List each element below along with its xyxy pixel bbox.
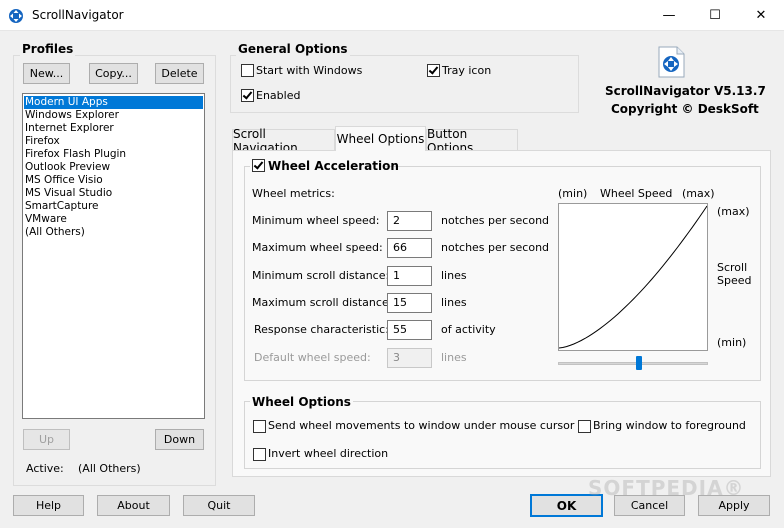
general-options-heading: General Options: [236, 42, 350, 56]
copyright-text: Copyright © DeskSoft: [611, 102, 759, 116]
bring-to-foreground-label: Bring window to foreground: [593, 419, 746, 432]
profile-list-item[interactable]: (All Others): [24, 226, 203, 239]
ok-button[interactable]: OK: [530, 494, 603, 517]
tab-button-options[interactable]: Button Options: [426, 127, 518, 155]
start-with-windows-checkbox[interactable]: [241, 64, 254, 77]
bring-to-foreground-checkbox[interactable]: [578, 420, 591, 433]
metric-value-input[interactable]: 2: [387, 211, 432, 231]
app-icon: [9, 9, 23, 23]
send-under-cursor-label: Send wheel movements to window under mou…: [268, 419, 575, 432]
copy-profile-button[interactable]: Copy...: [89, 63, 138, 84]
metric-unit-label: lines: [441, 269, 467, 282]
maximize-icon: ☐: [709, 8, 721, 23]
metric-unit-label: notches per second: [441, 214, 550, 227]
enabled-label: Enabled: [256, 89, 301, 102]
graph-y-title-1: Scroll: [717, 261, 748, 274]
tray-icon-checkbox[interactable]: [427, 64, 440, 77]
profile-list-item[interactable]: SmartCapture: [24, 200, 203, 213]
tray-icon-label: Tray icon: [442, 64, 492, 77]
enabled-checkbox[interactable]: [241, 89, 254, 102]
response-slider-track[interactable]: [558, 362, 708, 365]
wheel-metrics-label: Wheel metrics:: [252, 187, 335, 200]
profile-list-item[interactable]: Windows Explorer: [24, 109, 203, 122]
metric-unit-label: of activity: [441, 323, 496, 336]
graph-y-min-label: (min): [717, 336, 747, 349]
metric-value-input[interactable]: 1: [387, 266, 432, 286]
response-slider-thumb[interactable]: [636, 356, 642, 370]
about-button[interactable]: About: [97, 495, 170, 516]
wheel-options-heading: Wheel Options: [250, 395, 353, 409]
logo-icon: [658, 46, 685, 78]
profile-list-item[interactable]: Firefox: [24, 135, 203, 148]
tab-scroll-navigation[interactable]: Scroll Navigation: [232, 127, 335, 155]
cancel-button[interactable]: Cancel: [614, 495, 685, 516]
metric-label: Minimum wheel speed:: [252, 214, 380, 227]
profile-list-item[interactable]: Outlook Preview: [24, 161, 203, 174]
minimize-button[interactable]: —: [646, 0, 692, 31]
profiles-heading: Profiles: [20, 42, 76, 56]
metric-value-input[interactable]: 15: [387, 293, 432, 313]
close-button[interactable]: ✕: [738, 0, 784, 31]
wheel-acceleration-checkbox[interactable]: [252, 159, 265, 172]
profile-list-item[interactable]: Firefox Flash Plugin: [24, 148, 203, 161]
profile-list-item[interactable]: MS Visual Studio: [24, 187, 203, 200]
window-title: ScrollNavigator: [32, 8, 124, 22]
invert-direction-checkbox[interactable]: [253, 448, 266, 461]
move-up-button[interactable]: Up: [23, 429, 70, 450]
response-curve-graph: [558, 203, 708, 351]
active-label: Active:: [26, 462, 64, 475]
metric-unit-label: notches per second: [441, 241, 550, 254]
profile-list-item[interactable]: Modern UI Apps: [24, 96, 203, 109]
metric-value-input[interactable]: 55: [387, 320, 432, 340]
metric-value-input: 3: [387, 348, 432, 368]
profile-list-item[interactable]: VMware: [24, 213, 203, 226]
version-text: ScrollNavigator V5.13.7: [605, 84, 766, 98]
profiles-list[interactable]: Modern UI Apps Windows Explorer Internet E…: [22, 93, 205, 419]
graph-y-title-2: Speed: [717, 274, 752, 287]
metric-unit-label: lines: [441, 351, 467, 364]
response-curve: [558, 205, 708, 349]
move-down-button[interactable]: Down: [155, 429, 204, 450]
minimize-icon: —: [662, 8, 676, 23]
metric-label: Maximum wheel speed:: [252, 241, 383, 254]
graph-x-min-label: (min): [558, 187, 588, 200]
tab-wheel-options[interactable]: Wheel Options: [335, 126, 426, 151]
quit-button[interactable]: Quit: [183, 495, 255, 516]
metric-label: Minimum scroll distance:: [252, 269, 390, 282]
new-profile-button[interactable]: New...: [23, 63, 70, 84]
graph-y-max-label: (max): [717, 205, 750, 218]
graph-x-title: Wheel Speed: [600, 187, 673, 200]
active-profile-value: (All Others): [78, 462, 141, 475]
graph-x-max-label: (max): [682, 187, 715, 200]
start-with-windows-label: Start with Windows: [256, 64, 363, 77]
maximize-button[interactable]: ☐: [692, 0, 738, 31]
help-button[interactable]: Help: [13, 495, 84, 516]
delete-profile-button[interactable]: Delete: [155, 63, 204, 84]
metric-label: Default wheel speed:: [254, 351, 371, 364]
metric-label: Maximum scroll distance:: [252, 296, 393, 309]
metric-value-input[interactable]: 66: [387, 238, 432, 258]
profile-list-item[interactable]: MS Office Visio: [24, 174, 203, 187]
apply-button[interactable]: Apply: [698, 495, 770, 516]
close-icon: ✕: [755, 8, 767, 23]
metric-unit-label: lines: [441, 296, 467, 309]
wheel-acceleration-heading: Wheel Acceleration: [268, 159, 399, 173]
send-under-cursor-checkbox[interactable]: [253, 420, 266, 433]
metric-label: Response characteristic:: [254, 323, 389, 336]
profile-list-item[interactable]: Internet Explorer: [24, 122, 203, 135]
invert-direction-label: Invert wheel direction: [268, 447, 389, 460]
